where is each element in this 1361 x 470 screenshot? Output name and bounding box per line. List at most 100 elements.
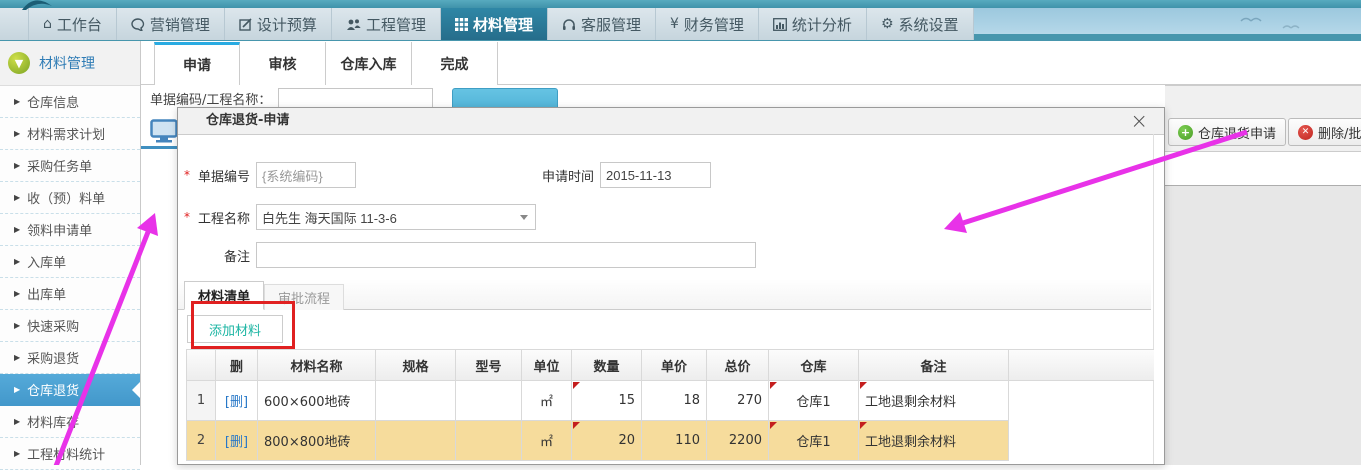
header-material-name: 材料名称 bbox=[258, 349, 376, 381]
sidebar-item-purchase-return[interactable]: ▶ 采购退货 bbox=[0, 342, 140, 374]
tab-warehouse-inbound[interactable]: 仓库入库 bbox=[326, 42, 412, 85]
material-table: 删 材料名称 规格 型号 单位 数量 单价 总价 仓库 备注 1 [删] 600… bbox=[186, 349, 1154, 461]
delete-row-link[interactable]: [删] bbox=[225, 391, 248, 410]
nav-tab-materials[interactable]: 材料管理 bbox=[441, 8, 548, 40]
nav-tab-label: 财务管理 bbox=[684, 14, 744, 35]
tab-label: 仓库入库 bbox=[341, 54, 397, 74]
sidebar-item-label: 仓库信息 bbox=[27, 92, 79, 111]
nav-tab-customer-service[interactable]: 客服管理 bbox=[548, 8, 656, 40]
cell-remark[interactable]: 工地退剩余材料 bbox=[859, 381, 1009, 421]
edited-marker bbox=[770, 422, 777, 429]
cell-total: 270 bbox=[707, 381, 769, 421]
sidebar-item-project-material-stats[interactable]: ▶工程材料统计 bbox=[0, 438, 140, 470]
nav-left-pad bbox=[0, 8, 29, 40]
cell-delete: [删] bbox=[216, 421, 258, 461]
nav-tab-label: 统计分析 bbox=[792, 14, 852, 35]
sidebar-item-material-stock[interactable]: ▶材料库存 bbox=[0, 406, 140, 438]
project-select[interactable] bbox=[256, 204, 536, 230]
edited-marker bbox=[573, 382, 580, 389]
nav-tab-finance[interactable]: ¥ 财务管理 bbox=[656, 8, 759, 40]
doc-no-input[interactable] bbox=[256, 162, 356, 188]
required-asterisk: * bbox=[184, 168, 190, 182]
cell-price[interactable]: 110 bbox=[642, 421, 707, 461]
birds-decoration bbox=[1235, 13, 1315, 33]
sidebar-item-label: 领料申请单 bbox=[27, 220, 92, 239]
nav-tab-label: 材料管理 bbox=[473, 14, 533, 35]
cell-unit[interactable]: ㎡ bbox=[522, 421, 572, 461]
sidebar-item-purchase-task[interactable]: ▶采购任务单 bbox=[0, 150, 140, 182]
cell-spec[interactable] bbox=[376, 381, 456, 421]
cell-model[interactable] bbox=[456, 381, 522, 421]
remark-label: 备注 bbox=[194, 246, 250, 265]
cell-rownum: 1 bbox=[186, 381, 216, 421]
header-rownum bbox=[186, 349, 216, 381]
top-strip bbox=[0, 0, 1361, 8]
cell-material-name[interactable]: 800×800地砖 bbox=[258, 421, 376, 461]
header-warehouse: 仓库 bbox=[769, 349, 859, 381]
sidebar-item-inbound[interactable]: ▶ 入库单 bbox=[0, 246, 140, 278]
cell-spec[interactable] bbox=[376, 421, 456, 461]
tab-apply[interactable]: 申请 bbox=[154, 42, 240, 85]
users-icon bbox=[346, 18, 361, 31]
cell-warehouse[interactable]: 仓库1 bbox=[769, 381, 859, 421]
arrow-right-icon: ▶ bbox=[14, 353, 20, 362]
sidebar-item-label: 入库单 bbox=[27, 252, 66, 271]
close-icon[interactable]: × bbox=[1130, 108, 1148, 134]
action-button-label: 仓库退货申请 bbox=[1198, 123, 1276, 142]
cell-model[interactable] bbox=[456, 421, 522, 461]
nav-tab-statistics[interactable]: 统计分析 bbox=[759, 8, 867, 40]
cell-rownum: 2 bbox=[186, 421, 216, 461]
cell-unit[interactable]: ㎡ bbox=[522, 381, 572, 421]
nav-tab-settings[interactable]: ⚙ 系统设置 bbox=[867, 8, 974, 40]
sidebar-item-label: 采购退货 bbox=[27, 348, 79, 367]
header-filler bbox=[1009, 349, 1154, 381]
cell-warehouse[interactable]: 仓库1 bbox=[769, 421, 859, 461]
edited-marker bbox=[860, 382, 867, 389]
cell-qty[interactable]: 15 bbox=[572, 381, 642, 421]
nav-tab-label: 营销管理 bbox=[150, 14, 210, 35]
header-model: 型号 bbox=[456, 349, 522, 381]
edited-marker bbox=[860, 422, 867, 429]
sidebar-item-warehouse-info[interactable]: ▶ 仓库信息 bbox=[0, 86, 140, 118]
nav-tab-label: 系统设置 bbox=[899, 14, 959, 35]
sidebar-item-receive-material[interactable]: ▶收（预）料单 bbox=[0, 182, 140, 214]
cell-qty[interactable]: 20 bbox=[572, 421, 642, 461]
nav-tab-workbench[interactable]: ⌂ 工作台 bbox=[29, 8, 117, 40]
yuan-icon: ¥ bbox=[670, 17, 679, 31]
apply-date-input[interactable] bbox=[600, 162, 711, 188]
sidebar: ▼ 材料管理 ▶仓库信息 ▶材料需求计划 ▶采购任务单 ▶收（预）料单 ▶领料申… bbox=[0, 41, 141, 465]
doc-no-row: * 单据编号 申请时间 bbox=[184, 161, 711, 189]
table-row: 1 [删] 600×600地砖 ㎡ 15 18 270 仓库1 工地退剩余材料 bbox=[186, 381, 1154, 421]
delete-row-link[interactable]: [删] bbox=[225, 431, 248, 450]
tab-review[interactable]: 审核 bbox=[240, 42, 326, 85]
nav-tab-design-budget[interactable]: 设计预算 bbox=[225, 8, 332, 40]
chat-icon bbox=[131, 18, 145, 31]
arrow-right-icon: ▶ bbox=[14, 257, 20, 266]
sidebar-item-outbound[interactable]: ▶出库单 bbox=[0, 278, 140, 310]
monitor-icon[interactable] bbox=[150, 119, 178, 143]
sidebar-header[interactable]: ▼ 材料管理 bbox=[0, 41, 140, 86]
arrow-right-icon: ▶ bbox=[14, 129, 20, 138]
remark-input[interactable] bbox=[256, 242, 756, 268]
warehouse-return-apply-button[interactable]: + 仓库退货申请 bbox=[1168, 118, 1286, 146]
sidebar-item-material-demand-plan[interactable]: ▶材料需求计划 bbox=[0, 118, 140, 150]
delete-batch-button[interactable]: ✕ 删除/批量 bbox=[1288, 118, 1361, 146]
warehouse-return-apply-dialog: 仓库退货-申请 × * 单据编号 申请时间 * 工程名称 * 备注 材料清单 审… bbox=[177, 107, 1165, 465]
nav-tab-engineering[interactable]: 工程管理 bbox=[332, 8, 441, 40]
sidebar-item-warehouse-return[interactable]: ▶仓库退货 bbox=[0, 374, 140, 406]
cell-material-name[interactable]: 600×600地砖 bbox=[258, 381, 376, 421]
tab-complete[interactable]: 完成 bbox=[412, 42, 498, 85]
arrow-right-icon: ▶ bbox=[14, 97, 20, 106]
sidebar-item-label: 仓库退货 bbox=[27, 380, 79, 399]
remark-row: * 备注 bbox=[184, 241, 756, 269]
header-spec: 规格 bbox=[376, 349, 456, 381]
sidebar-item-material-request[interactable]: ▶领料申请单 bbox=[0, 214, 140, 246]
sidebar-title: 材料管理 bbox=[39, 53, 95, 73]
sidebar-item-quick-purchase[interactable]: ▶快速采购 bbox=[0, 310, 140, 342]
cell-price[interactable]: 18 bbox=[642, 381, 707, 421]
project-row: * 工程名称 bbox=[184, 203, 536, 231]
cell-remark[interactable]: 工地退剩余材料 bbox=[859, 421, 1009, 461]
nav-tab-marketing[interactable]: 营销管理 bbox=[117, 8, 225, 40]
chevron-down-icon[interactable] bbox=[520, 215, 528, 220]
dialog-header[interactable]: 仓库退货-申请 × bbox=[178, 108, 1164, 135]
